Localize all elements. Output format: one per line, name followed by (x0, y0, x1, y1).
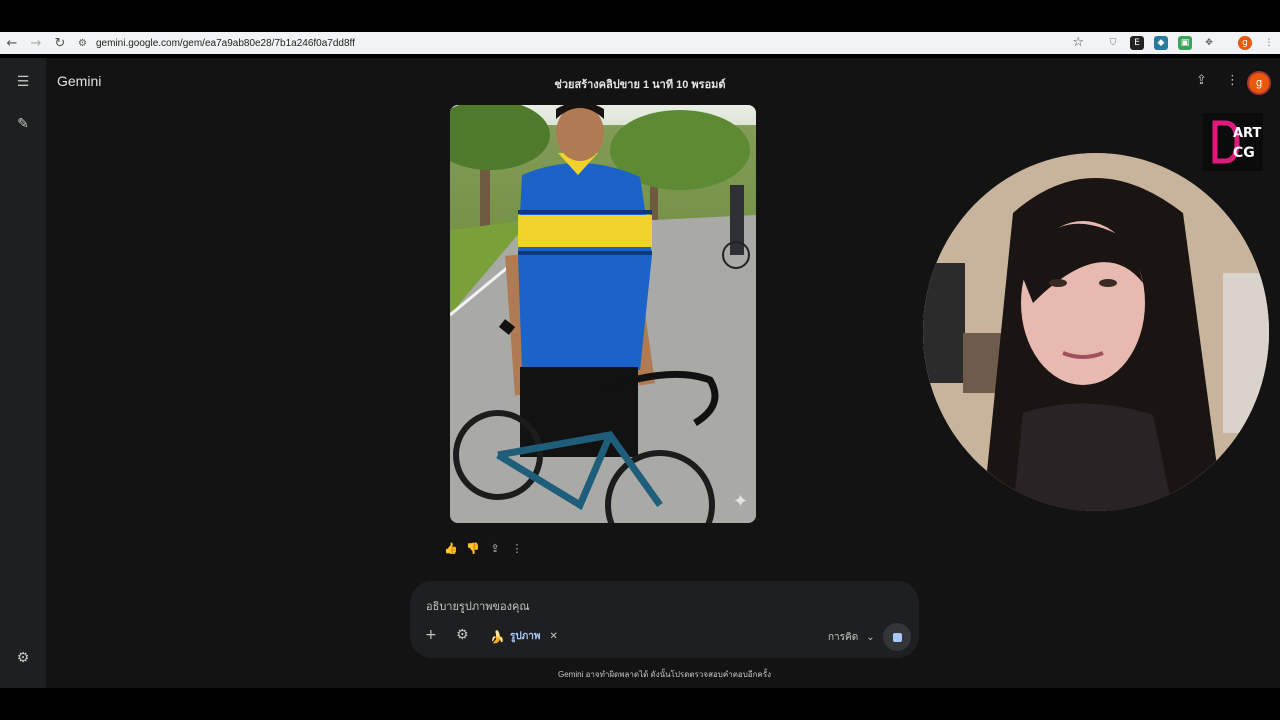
thumbs-down-icon[interactable]: 👎 (466, 542, 480, 556)
more-options-icon[interactable]: ⋮ (510, 542, 524, 556)
response-actions: 👍 👎 ⇪ ⋮ (444, 542, 524, 556)
svg-text:CG: CG (1233, 145, 1255, 161)
address-bar[interactable]: ⚙ gemini.google.com/gem/ea7a9ab80e28/7b1… (78, 32, 1098, 54)
forward-icon[interactable]: → (24, 32, 48, 54)
svg-text:ART: ART (1233, 126, 1261, 141)
share-icon[interactable]: ⇪ (488, 542, 502, 556)
reload-icon[interactable]: ↻ (48, 32, 72, 54)
settings-icon[interactable]: ⚙ (13, 648, 33, 668)
close-icon[interactable]: ✕ (549, 631, 557, 642)
new-chat-icon[interactable]: ✎ (13, 114, 33, 134)
bookmark-star-icon[interactable]: ☆ (1072, 35, 1084, 50)
site-settings-icon[interactable]: ⚙ (78, 38, 96, 49)
more-options-icon[interactable]: ⋮ (1226, 73, 1239, 88)
extension-icon[interactable]: E (1130, 36, 1144, 50)
presenter-webcam (923, 153, 1269, 511)
presenter-video (923, 153, 1269, 511)
generated-image[interactable]: ✦ (450, 105, 756, 523)
mode-label: การคิด (828, 632, 859, 643)
banana-icon: 🍌 (490, 629, 505, 644)
extension-icon[interactable]: ▣ (1178, 36, 1192, 50)
channel-logo: ART CG (1203, 113, 1263, 171)
conversation-title[interactable]: ช่วยสร้างคลิปขาย 1 นาที 10 พรอมต์ (0, 75, 1280, 93)
back-icon[interactable]: ← (0, 32, 24, 54)
chevron-down-icon: ⌄ (866, 632, 875, 643)
stop-button[interactable] (883, 623, 911, 651)
browser-menu-icon[interactable]: ⋮ (1262, 36, 1276, 50)
prompt-input[interactable]: อธิบายรูปภาพของคุณ (426, 597, 530, 615)
thumbs-up-icon[interactable]: 👍 (444, 542, 458, 556)
image-tool-chip[interactable]: 🍌 รูปภาพ ✕ (490, 629, 558, 644)
video-frame: ← → ↻ ⚙ gemini.google.com/gem/ea7a9ab80e… (0, 0, 1280, 720)
tool-chip-label: รูปภาพ (509, 631, 541, 642)
cyclist-photo: ✦ (450, 105, 756, 523)
disclaimer-text: Gemini อาจทำผิดพลาดได้ ดังนั้นโปรดตรวจสอ… (558, 670, 771, 679)
prompt-composer[interactable]: อธิบายรูปภาพของคุณ + ⚙ 🍌 รูปภาพ ✕ การคิด… (410, 581, 919, 658)
puzzle-icon[interactable]: ✥ (1202, 36, 1216, 50)
browser-toolbar: ← → ↻ ⚙ gemini.google.com/gem/ea7a9ab80e… (0, 32, 1280, 54)
user-avatar[interactable]: g (1247, 71, 1271, 95)
url-text[interactable]: gemini.google.com/gem/ea7a9ab80e28/7b1a2… (96, 38, 355, 49)
dartcg-logo-icon: ART CG (1212, 120, 1261, 164)
mode-selector[interactable]: การคิด ⌄ (828, 630, 875, 645)
extension-icon[interactable]: ◆ (1154, 36, 1168, 50)
profile-avatar[interactable]: g (1238, 36, 1252, 50)
svg-text:✦: ✦ (733, 491, 748, 512)
add-icon[interactable]: + (425, 627, 437, 643)
side-rail: ☰ ✎ ⚙ (0, 58, 46, 688)
shield-extension-icon[interactable]: ⛉ (1106, 36, 1120, 50)
tools-icon[interactable]: ⚙ (456, 627, 469, 643)
share-icon[interactable]: ⇪ (1196, 73, 1207, 88)
stop-icon (892, 632, 902, 642)
